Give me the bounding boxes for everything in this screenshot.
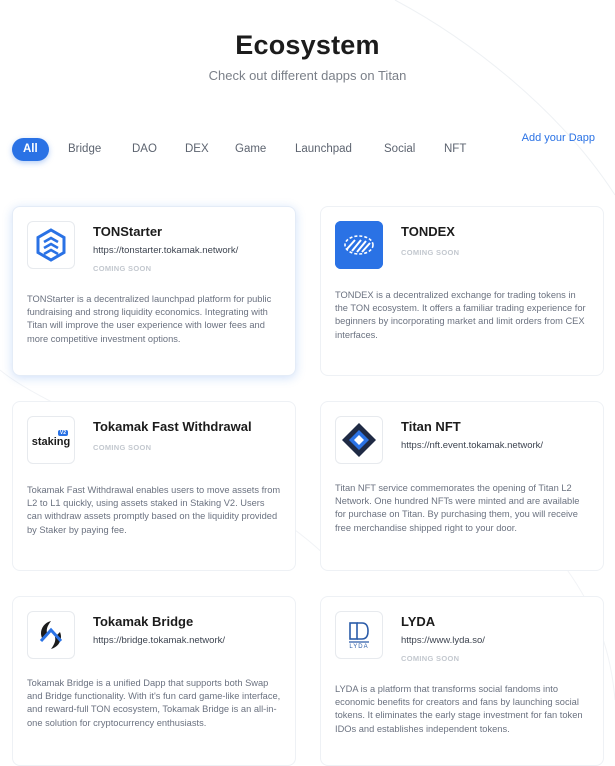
coming-soon-badge: COMING SOON: [93, 264, 152, 273]
coming-soon-badge: COMING SOON: [401, 248, 460, 257]
filter-nft[interactable]: NFT: [444, 138, 466, 161]
dapp-card-tokamak-fast-withdrawal[interactable]: V2 staking Tokamak Fast Withdrawal COMIN…: [12, 401, 296, 571]
filter-dex[interactable]: DEX: [185, 138, 209, 161]
dapp-title: Tokamak Bridge: [93, 614, 194, 629]
dapp-card-tondex[interactable]: TONDEX COMING SOON TONDEX is a decentral…: [320, 206, 604, 376]
tonstarter-logo-icon: [27, 221, 75, 269]
filter-dao[interactable]: DAO: [132, 138, 157, 161]
page-header: Ecosystem Check out different dapps on T…: [0, 30, 615, 83]
page-subtitle: Check out different dapps on Titan: [208, 68, 407, 83]
coming-soon-badge: COMING SOON: [93, 443, 152, 452]
dapp-card-lyda[interactable]: LYDA LYDA https://www.lyda.so/ COMING SO…: [320, 596, 604, 766]
category-filter-bar: All Bridge DAO DEX Game Launchpad Social…: [12, 132, 603, 162]
page-title: Ecosystem: [235, 30, 380, 60]
dapp-description: TONDEX is a decentralized exchange for t…: [335, 290, 586, 340]
dapp-url[interactable]: https://tonstarter.tokamak.network/: [93, 245, 238, 256]
filter-launchpad[interactable]: Launchpad: [295, 138, 352, 161]
filter-social[interactable]: Social: [384, 138, 415, 161]
add-dapp-link[interactable]: Add your Dapp: [522, 132, 595, 144]
dapp-title: Titan NFT: [401, 419, 461, 434]
titan-nft-logo-icon: [335, 416, 383, 464]
lyda-logo-icon: LYDA: [335, 611, 383, 659]
dapp-card-titan-nft[interactable]: Titan NFT https://nft.event.tokamak.netw…: [320, 401, 604, 571]
dapp-description: LYDA is a platform that transforms socia…: [335, 684, 583, 734]
dapp-url[interactable]: https://nft.event.tokamak.network/: [401, 440, 543, 451]
dapp-card-tonstarter[interactable]: TONStarter https://tonstarter.tokamak.ne…: [12, 206, 296, 376]
dapp-description: Tokamak Fast Withdrawal enables users to…: [27, 485, 281, 535]
dapp-title: TONDEX: [401, 224, 455, 239]
dapp-url[interactable]: https://bridge.tokamak.network/: [93, 635, 225, 646]
tokamak-bridge-logo-icon: [27, 611, 75, 659]
dapp-url[interactable]: https://www.lyda.so/: [401, 635, 485, 646]
staking-logo-icon: V2 staking: [27, 416, 75, 464]
tondex-logo-icon: [335, 221, 383, 269]
dapp-card-tokamak-bridge[interactable]: Tokamak Bridge https://bridge.tokamak.ne…: [12, 596, 296, 766]
coming-soon-badge: COMING SOON: [401, 654, 460, 663]
filter-all[interactable]: All: [12, 138, 49, 161]
dapp-title: TONStarter: [93, 224, 163, 239]
dapp-description: Titan NFT service commemorates the openi…: [335, 483, 580, 533]
dapp-description: TONStarter is a decentralized launchpad …: [27, 294, 272, 344]
filter-bridge[interactable]: Bridge: [68, 138, 101, 161]
filter-game[interactable]: Game: [235, 138, 266, 161]
dapp-description: Tokamak Bridge is a unified Dapp that su…: [27, 678, 281, 728]
dapp-title: LYDA: [401, 614, 436, 629]
dapp-title: Tokamak Fast Withdrawal: [93, 419, 252, 434]
